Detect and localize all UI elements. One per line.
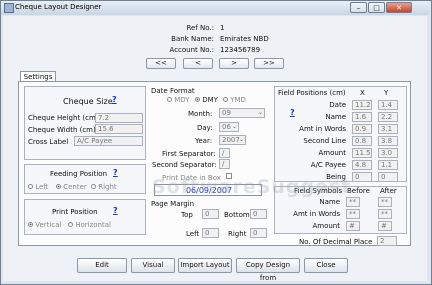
first-separator-label: First Separator: — [162, 150, 216, 158]
ac-payee-y-field[interactable]: 1.1 — [378, 160, 398, 170]
edit-button[interactable]: Edit — [77, 258, 127, 273]
feeding-center-radio[interactable]: Center — [56, 183, 87, 191]
print-vertical-radio[interactable]: Vertical — [28, 221, 61, 229]
close-window-button[interactable]: ✕ — [386, 2, 412, 13]
second-separator-field[interactable]: / — [219, 159, 230, 169]
first-record-button[interactable]: << — [146, 58, 176, 69]
amount-y-field[interactable]: 3.0 — [378, 148, 398, 158]
being-x-field[interactable]: 0 — [352, 172, 372, 182]
first-separator-field[interactable]: / — [219, 148, 230, 158]
being-y-field[interactable]: 0 — [378, 172, 398, 182]
second-separator-label: Second Separator: — [152, 161, 217, 169]
print-position-title: Print Position — [52, 208, 98, 216]
feeding-position-help[interactable]: ? — [113, 168, 118, 177]
print-position-group — [24, 199, 146, 235]
second-line-x-field[interactable]: 0.8 — [352, 136, 372, 146]
name-symbol-label: Name — [319, 198, 340, 206]
cheque-height-field[interactable]: 7.2 — [95, 113, 143, 123]
margin-bottom-label: Bottom — [224, 211, 250, 219]
cheque-size-help[interactable]: ? — [112, 95, 117, 104]
cheque-width-field[interactable]: 15.6 — [95, 124, 143, 134]
date-y-field[interactable]: 1.4 — [378, 100, 398, 110]
day-label: Day: — [197, 124, 213, 132]
feeding-position-title: Feeding Position — [50, 170, 108, 178]
name-after-field[interactable]: ** — [378, 197, 392, 207]
month-label: Month: — [188, 110, 213, 118]
ref-no-value: 1 — [220, 24, 225, 32]
page-margin-title: Page Margin — [151, 200, 195, 208]
last-record-button[interactable]: >> — [254, 58, 284, 69]
margin-right-field[interactable]: 0 — [250, 228, 267, 238]
chevron-down-icon: ⌄ — [232, 123, 238, 130]
copy-design-button[interactable]: Copy Design from — [236, 258, 300, 282]
amt-words-y-field[interactable]: 3.1 — [378, 124, 398, 134]
margin-left-label: Left — [186, 230, 200, 238]
bank-name-value: Emirates NBD — [220, 35, 269, 43]
date-format-title: Date Format — [151, 87, 195, 95]
close-button[interactable]: Close — [304, 258, 348, 273]
window-title: Cheque Layout Designer — [15, 3, 102, 11]
maximize-button[interactable]: □ — [368, 2, 385, 13]
col-after-header: After — [380, 187, 397, 195]
margin-bottom-field[interactable]: 0 — [250, 209, 267, 219]
feeding-left-radio[interactable]: Left — [28, 183, 48, 191]
amount-before-field[interactable]: # — [346, 221, 360, 231]
col-y-header: Y — [384, 89, 389, 97]
field-positions-title: Field Positions (cm) — [278, 89, 346, 97]
margin-top-field[interactable]: 0 — [202, 209, 219, 219]
app-icon — [4, 3, 14, 13]
amount-x-field[interactable]: 11.5 — [352, 148, 372, 158]
margin-top-label: Top — [181, 211, 193, 219]
margin-left-field[interactable]: 0 — [202, 228, 219, 238]
visual-button[interactable]: Visual — [131, 258, 175, 273]
amount-after-field[interactable]: # — [378, 221, 392, 231]
ref-no-label: Ref No.: — [186, 24, 214, 32]
date-mdy-radio[interactable]: MDY — [167, 96, 190, 104]
account-no-label: Account No.: — [169, 46, 214, 54]
amt-words-after-field[interactable]: ** — [378, 209, 392, 219]
amt-words-pos-label: Amt in Words — [299, 125, 346, 133]
name-before-field[interactable]: ** — [346, 197, 360, 207]
cheque-width-label: Cheque Width (cm) — [28, 126, 96, 134]
chevron-down-icon: ⌄ — [239, 136, 245, 143]
cross-label-field[interactable]: A/C Payee — [74, 136, 143, 146]
cross-label-label: Cross Label — [28, 138, 69, 146]
amount-symbol-label: Amount — [312, 222, 340, 230]
ac-payee-pos-label: A/C Payee — [310, 161, 346, 169]
decimal-place-label: No. Of Decimal Place — [299, 238, 373, 246]
cheque-height-label: Cheque Height (cm) — [28, 114, 99, 122]
chevron-down-icon: ⌄ — [258, 109, 264, 116]
name-pos-label: Name — [325, 113, 346, 121]
amt-words-x-field[interactable]: 0.9 — [352, 124, 372, 134]
second-line-pos-label: Second Line — [303, 137, 346, 145]
name-y-field[interactable]: 2.2 — [378, 112, 398, 122]
amt-words-before-field[interactable]: ** — [346, 209, 360, 219]
name-x-field[interactable]: 1.6 — [352, 112, 372, 122]
date-dmy-radio[interactable]: DMY — [195, 96, 218, 104]
import-layout-button[interactable]: Import Layout — [178, 258, 232, 273]
ac-payee-x-field[interactable]: 4.8 — [352, 160, 372, 170]
print-position-help[interactable]: ? — [113, 206, 118, 215]
col-x-header: X — [360, 89, 365, 97]
minimize-button[interactable]: – — [350, 2, 367, 13]
decimal-place-field[interactable]: 2 — [377, 236, 397, 246]
second-line-y-field[interactable]: 3.8 — [378, 136, 398, 146]
feeding-right-radio[interactable]: Right — [91, 183, 117, 191]
watermark-text: SoftwareSuggest — [152, 176, 352, 198]
date-x-field[interactable]: 11.2 — [352, 100, 372, 110]
bank-name-label: Bank Name: — [171, 35, 214, 43]
amount-pos-label: Amount — [318, 149, 346, 157]
next-record-button[interactable]: > — [219, 58, 249, 69]
date-pos-label: Date — [329, 101, 346, 109]
account-no-value: 123456789 — [220, 46, 261, 54]
margin-right-label: Right — [228, 230, 247, 238]
amt-words-symbol-label: Amt in Words — [293, 210, 340, 218]
cheque-size-title: Cheque Size — [63, 97, 113, 106]
date-ymd-radio[interactable]: YMD — [223, 96, 246, 104]
print-horizontal-radio[interactable]: Horizontal — [68, 221, 111, 229]
prev-record-button[interactable]: < — [183, 58, 213, 69]
year-label: Year: — [195, 137, 213, 145]
